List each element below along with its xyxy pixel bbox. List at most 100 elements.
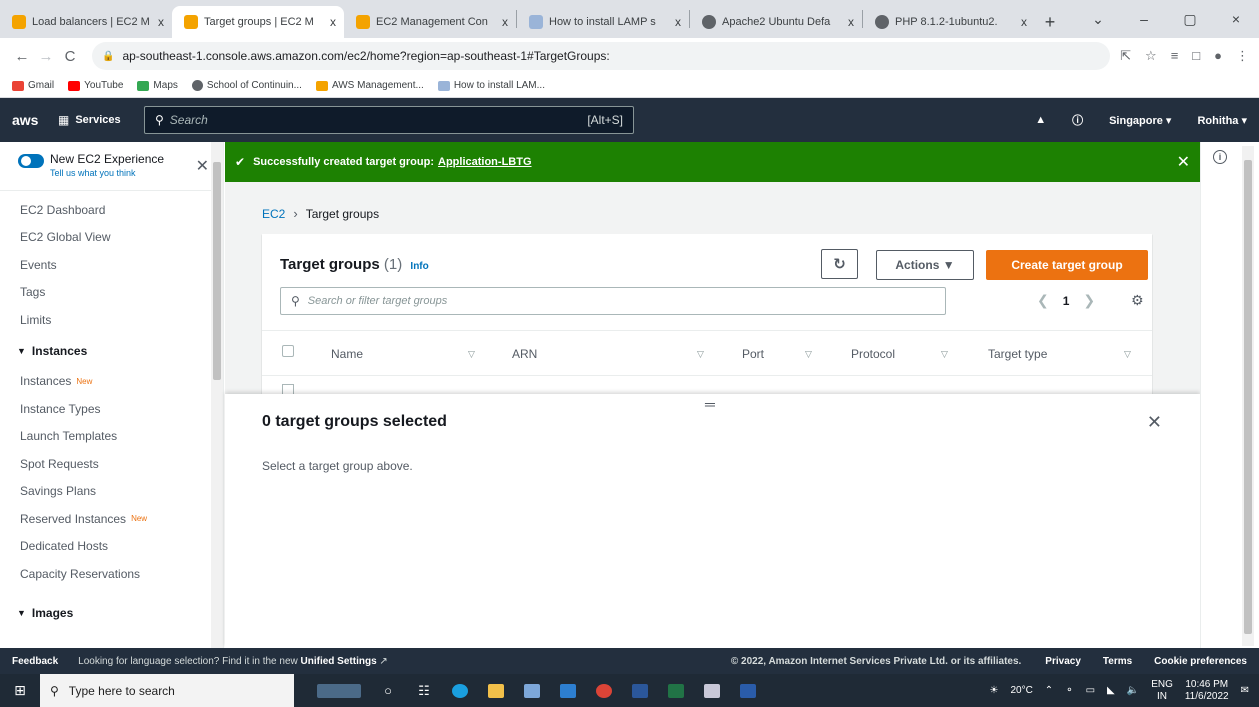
- browser-tab-load-balancers[interactable]: Load balancers | EC2 M x: [0, 6, 172, 38]
- reload-button[interactable]: C: [58, 48, 82, 65]
- row-checkbox[interactable]: [282, 384, 294, 394]
- browser-tab-target-groups[interactable]: Target groups | EC2 M x: [172, 6, 344, 38]
- current-page[interactable]: 1: [1063, 294, 1070, 308]
- breadcrumb-ec2[interactable]: EC2: [262, 207, 285, 221]
- resize-handle-icon[interactable]: ═: [705, 396, 715, 412]
- column-header-port[interactable]: Port ▽: [742, 331, 812, 377]
- news-widget-icon[interactable]: [312, 679, 366, 703]
- word-icon[interactable]: [626, 679, 654, 703]
- browser-tab-apache[interactable]: Apache2 Ubuntu Defa x: [690, 6, 862, 38]
- page-scrollbar[interactable]: [1242, 146, 1254, 646]
- previous-page-button[interactable]: ❮: [1037, 292, 1049, 309]
- filter-target-groups-input[interactable]: ⚲ Search or filter target groups: [280, 287, 946, 315]
- sort-icon[interactable]: ▽: [941, 349, 948, 360]
- sidebar-item-dedicated-hosts[interactable]: Dedicated Hosts: [20, 533, 223, 561]
- aws-search-input[interactable]: ⚲ Search [Alt+S]: [144, 106, 634, 134]
- table-row[interactable]: [262, 376, 1152, 394]
- tab-close-icon[interactable]: x: [330, 15, 336, 29]
- sidebar-item-launch-templates[interactable]: Launch Templates: [20, 423, 223, 451]
- menu-icon[interactable]: ⋮: [1236, 48, 1249, 64]
- clock[interactable]: 10:46 PM 11/6/2022: [1185, 679, 1229, 703]
- temperature[interactable]: 20°C: [1010, 685, 1032, 696]
- sidebar-item-tags[interactable]: Tags: [20, 279, 223, 307]
- sort-icon[interactable]: ▽: [468, 349, 475, 360]
- sidebar-section-instances[interactable]: ▼ Instances: [17, 334, 223, 368]
- sidebar-section-images[interactable]: ▼ Images: [17, 596, 223, 630]
- sidebar-item-spot-requests[interactable]: Spot Requests: [20, 450, 223, 478]
- taskbar-search-input[interactable]: ⚲ Type here to search: [40, 674, 294, 707]
- network-icon[interactable]: ⚬: [1065, 685, 1073, 696]
- tab-close-icon[interactable]: x: [1021, 15, 1027, 29]
- cookie-preferences-link[interactable]: Cookie preferences: [1154, 656, 1247, 667]
- back-button[interactable]: ←: [10, 48, 34, 65]
- scrollbar-thumb[interactable]: [1244, 160, 1252, 634]
- select-all-checkbox[interactable]: [282, 345, 294, 357]
- close-icon[interactable]: ✕: [196, 156, 209, 176]
- column-header-name[interactable]: Name ▽: [331, 331, 475, 377]
- tab-search-icon[interactable]: ⌄: [1075, 11, 1121, 28]
- task-view-icon[interactable]: ☷: [410, 679, 438, 703]
- actions-dropdown-button[interactable]: Actions ▼: [876, 250, 974, 280]
- sidebar-item-capacity-reservations[interactable]: Capacity Reservations: [20, 560, 223, 588]
- bookmark-gmail[interactable]: Gmail: [12, 80, 54, 91]
- info-panel-icon[interactable]: i: [1213, 150, 1227, 164]
- sort-icon[interactable]: ▽: [1124, 349, 1131, 360]
- share-icon[interactable]: ⇱: [1120, 48, 1131, 64]
- next-page-button[interactable]: ❯: [1083, 292, 1095, 309]
- reading-list-icon[interactable]: ≡: [1171, 48, 1179, 64]
- browser-tab-ec2-management[interactable]: EC2 Management Con x: [344, 6, 516, 38]
- feedback-button[interactable]: Feedback: [12, 656, 58, 667]
- sidebar-scrollbar[interactable]: [211, 142, 223, 648]
- new-tab-button[interactable]: +: [1035, 6, 1065, 38]
- weather-icon[interactable]: ☀: [989, 685, 998, 696]
- tab-close-icon[interactable]: x: [502, 15, 508, 29]
- tab-close-icon[interactable]: x: [848, 15, 854, 29]
- toggle-switch[interactable]: [18, 154, 44, 168]
- file-explorer-icon[interactable]: [482, 679, 510, 703]
- sidebar-item-ec2-dashboard[interactable]: EC2 Dashboard: [20, 196, 223, 224]
- target-group-link[interactable]: Application-LBTG: [438, 156, 532, 168]
- language-indicator[interactable]: ENG IN: [1151, 679, 1173, 703]
- profile-icon[interactable]: ●: [1214, 48, 1222, 64]
- tab-close-icon[interactable]: x: [158, 15, 164, 29]
- services-menu-button[interactable]: ▦ Services: [58, 113, 144, 127]
- paint-icon[interactable]: [698, 679, 726, 703]
- refresh-button[interactable]: ↻: [821, 249, 858, 279]
- chevron-up-icon[interactable]: ⌃: [1045, 685, 1053, 696]
- url-field[interactable]: 🔒 ap-southeast-1.console.aws.amazon.com/…: [92, 42, 1111, 70]
- mail-icon[interactable]: [554, 679, 582, 703]
- sidebar-item-events[interactable]: Events: [20, 251, 223, 279]
- sort-icon[interactable]: ▽: [697, 349, 704, 360]
- scrollbar-thumb[interactable]: [213, 162, 221, 380]
- forward-button[interactable]: →: [34, 48, 58, 65]
- sidebar-item-ec2-global-view[interactable]: EC2 Global View: [20, 224, 223, 252]
- sidebar-item-instances[interactable]: Instances New: [20, 368, 223, 396]
- bookmark-maps[interactable]: Maps: [137, 80, 178, 91]
- bookmark-school[interactable]: School of Continuin...: [191, 80, 302, 91]
- restore-button[interactable]: ▢: [1167, 11, 1213, 28]
- excel-icon[interactable]: [662, 679, 690, 703]
- column-header-protocol[interactable]: Protocol ▽: [851, 331, 948, 377]
- windows-start-icon[interactable]: ⊞: [0, 682, 40, 699]
- battery-icon[interactable]: ▭: [1086, 685, 1095, 696]
- bookmark-star-icon[interactable]: ☆: [1145, 48, 1157, 64]
- volume-icon[interactable]: 🔈: [1127, 685, 1139, 696]
- bookmark-aws[interactable]: AWS Management...: [315, 80, 424, 91]
- close-window-button[interactable]: ×: [1213, 11, 1259, 27]
- browser-tab-lamp[interactable]: How to install LAMP s x: [517, 6, 689, 38]
- create-target-group-button[interactable]: Create target group: [986, 250, 1148, 280]
- gear-icon[interactable]: ⚙: [1131, 292, 1144, 309]
- edge-icon[interactable]: [446, 679, 474, 703]
- region-selector[interactable]: Singapore ▾: [1109, 114, 1171, 127]
- sidebar-item-savings-plans[interactable]: Savings Plans: [20, 478, 223, 506]
- browser-tab-php[interactable]: PHP 8.1.2-1ubuntu2. x: [863, 6, 1035, 38]
- info-link[interactable]: Info: [410, 261, 428, 272]
- column-header-arn[interactable]: ARN ▽: [512, 331, 704, 377]
- help-icon[interactable]: ⓘ: [1072, 112, 1083, 128]
- dismiss-flash-icon[interactable]: ✕: [1177, 152, 1190, 172]
- chrome-icon[interactable]: [590, 679, 618, 703]
- cortana-icon[interactable]: ○: [374, 679, 402, 703]
- aws-logo[interactable]: aws: [12, 112, 58, 128]
- terms-link[interactable]: Terms: [1103, 656, 1132, 667]
- unified-settings-link[interactable]: Unified Settings: [301, 656, 377, 667]
